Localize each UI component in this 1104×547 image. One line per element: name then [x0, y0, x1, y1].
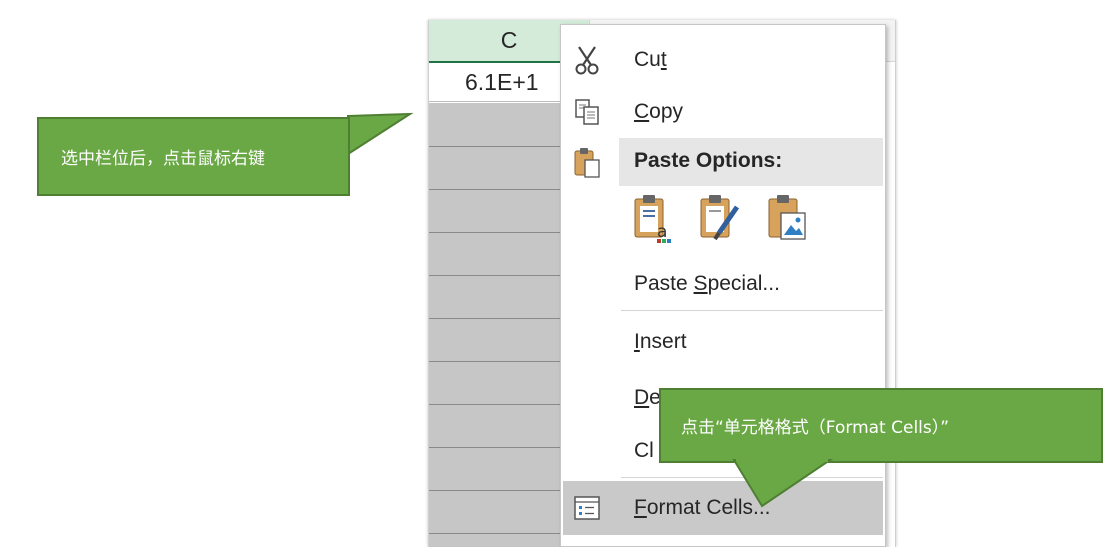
menu-item-copy[interactable]: Copy	[561, 87, 885, 137]
callout-right-click-hint: 选中栏位后，点击鼠标右键	[37, 117, 350, 196]
paste-special-label: Paste Special...	[634, 272, 780, 295]
callout-tail-2	[732, 452, 834, 508]
paste-picture-icon[interactable]	[765, 193, 809, 247]
format-cells-icon	[567, 488, 607, 528]
paste-options-header: Paste Options:	[619, 138, 883, 186]
column-letter: C	[500, 27, 518, 53]
menu-item-insert[interactable]: Insert	[561, 317, 885, 367]
menu-separator	[621, 310, 883, 311]
delete-label: De	[634, 386, 661, 409]
callout-tail-1	[347, 112, 414, 156]
paste-icon	[567, 143, 607, 183]
menu-item-paste-special[interactable]: Paste Special...	[561, 259, 885, 309]
insert-label: Insert	[634, 330, 687, 353]
clear-label: Cl	[634, 439, 654, 462]
callout-format-cells-text: 点击“单元格格式（Format Cells）”	[681, 418, 950, 438]
copy-icon	[567, 92, 607, 132]
copy-label: Copy	[634, 100, 684, 123]
cut-label: Cut	[634, 48, 667, 71]
scissors-icon	[567, 40, 607, 80]
paste-formatting-icon[interactable]	[697, 193, 741, 247]
paste-text-icon[interactable]: a	[631, 193, 675, 247]
menu-item-cut[interactable]: Cut	[561, 35, 885, 85]
callout-right-click-text: 选中栏位后，点击鼠标右键	[61, 149, 265, 169]
cell-value: 6.1E+1	[465, 69, 539, 95]
paste-options-label: Paste Options:	[634, 149, 783, 172]
